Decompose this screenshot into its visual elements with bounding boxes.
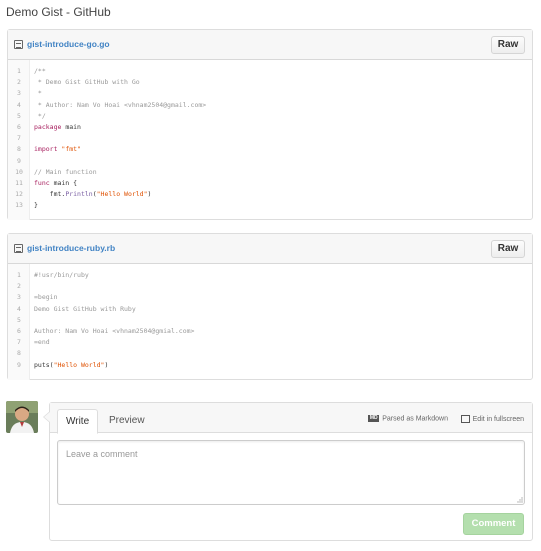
code-line: 7 =end [8,337,532,348]
file-box-ruby: gist-introduce-ruby.rb Raw 1 #!usr/bin/ru… [7,233,533,380]
file-name-link[interactable]: gist-introduce-go.go [27,39,110,49]
resize-grip-icon[interactable] [515,495,523,503]
line-number[interactable]: 9 [8,360,30,371]
comment-tabs: Write Preview MD Parsed as Markdown Edit … [50,403,532,434]
line-number[interactable]: 12 [8,189,30,200]
code-line: 11 func main { [8,178,532,189]
line-number[interactable]: 1 [8,270,30,281]
line-number[interactable]: 3 [8,88,30,99]
line-number[interactable]: 4 [8,304,30,315]
line-number[interactable]: 2 [8,281,30,292]
code-text: Author: Nam Vo Hoai <vhnam2504@gmial.com… [34,326,195,335]
code-line: 13} [8,200,532,211]
markdown-help-link[interactable]: MD Parsed as Markdown [368,415,448,422]
code-line: 6 package main [8,122,532,133]
code-text: puts("Hello World") [34,360,109,369]
line-number[interactable]: 2 [8,77,30,88]
code-text: * Author: Nam Vo Hoai <vhnam2504@gmail.c… [34,100,207,109]
code-line: 8 import "fmt" [8,144,532,155]
line-number[interactable]: 3 [8,292,30,303]
markdown-icon: MD [368,415,380,422]
code-line: 2 * Demo Gist GitHub with Go [8,77,532,88]
comment-form: Write Preview MD Parsed as Markdown Edit … [43,402,533,541]
code-text: func main { [34,178,78,187]
tab-preview[interactable]: Preview [101,409,153,434]
code-text: /** [34,67,46,75]
line-number[interactable]: 4 [8,100,30,111]
line-number[interactable]: 6 [8,122,30,133]
code-text: * Demo Gist GitHub with Go [34,78,140,87]
code-line: 9 puts("Hello World") [8,360,532,371]
code-line: 4 Demo Gist GitHub with Ruby [8,304,532,315]
code-file-icon [14,40,23,49]
code-line: 4 * Author: Nam Vo Hoai <vhnam2504@gmail… [8,100,532,111]
file-name-link[interactable]: gist-introduce-ruby.rb [27,243,115,253]
code-line: 8 [8,348,532,359]
code-line: 5 [8,315,532,326]
line-number[interactable]: 11 [8,178,30,189]
line-number[interactable]: 6 [8,326,30,337]
fullscreen-icon [460,415,470,423]
code-line: 3 * [8,88,532,99]
code-block: 1 #!usr/bin/ruby 2 3 =begin 4 Demo Gist GitHub… [8,264,532,380]
code-block: 1/** 2 * Demo Gist GitHub with Go 3 * 4 * A… [8,60,532,220]
line-number[interactable]: 5 [8,111,30,122]
code-file-icon [14,244,23,253]
code-text: fmt.Println("Hello World") [34,190,152,199]
line-number[interactable]: 7 [8,133,30,144]
code-line: 7 [8,133,532,144]
comment-textarea[interactable] [57,440,525,505]
line-number[interactable]: 7 [8,337,30,348]
file-box-go: gist-introduce-go.go Raw 1 /** 2 * Demo Gi… [7,29,533,220]
code-text: =begin [34,293,58,302]
code-text: */ [34,111,46,120]
code-text: package main [34,122,81,131]
code-text: } [34,201,38,210]
code-text: Demo Gist GitHub with Ruby [34,304,136,313]
code-line: 9 [8,156,532,167]
code-line: 6 Author: Nam Vo Hoai <vhnam2504@gmial.co… [8,326,532,337]
fullscreen-label: Edit in fullscreen [472,415,524,423]
code-line: 5 */ [8,111,532,122]
raw-button[interactable]: Raw [491,36,525,54]
markdown-label: Parsed as Markdown [382,415,448,423]
code-line: 1 /** [8,66,532,77]
line-number[interactable]: 8 [8,348,30,359]
line-number[interactable]: 1 [8,66,30,77]
line-number[interactable]: 5 [8,315,30,326]
code-line: 12 fmt.Println("Hello World") [8,189,532,200]
tab-write[interactable]: Write [57,409,99,434]
line-number[interactable]: 9 [8,156,30,167]
code-text: * [34,89,42,98]
code-line: 1 #!usr/bin/ruby [8,270,532,281]
avatar[interactable] [6,401,38,433]
code-text: import "fmt" [34,145,81,154]
raw-button[interactable]: Raw [491,240,525,258]
comment-submit-button[interactable]: Comment [463,513,524,535]
page-title: Demo Gist - GitHub [6,5,111,19]
file-header: gist-introduce-go.go Raw [8,30,532,60]
line-number[interactable]: 8 [8,144,30,155]
code-text: #!usr/bin/ruby [34,271,89,279]
file-header: gist-introduce-ruby.rb Raw [8,234,532,264]
line-number[interactable]: 10 [8,167,30,178]
code-line: 3 =begin [8,292,532,303]
code-line: 2 [8,281,532,292]
fullscreen-button[interactable]: Edit in fullscreen [460,415,524,423]
code-text: =end [34,338,50,347]
line-number[interactable]: 13 [8,200,30,211]
code-line: 10 // Main function [8,167,532,178]
user-avatar-image [6,401,38,433]
code-text: // Main function [34,167,97,176]
